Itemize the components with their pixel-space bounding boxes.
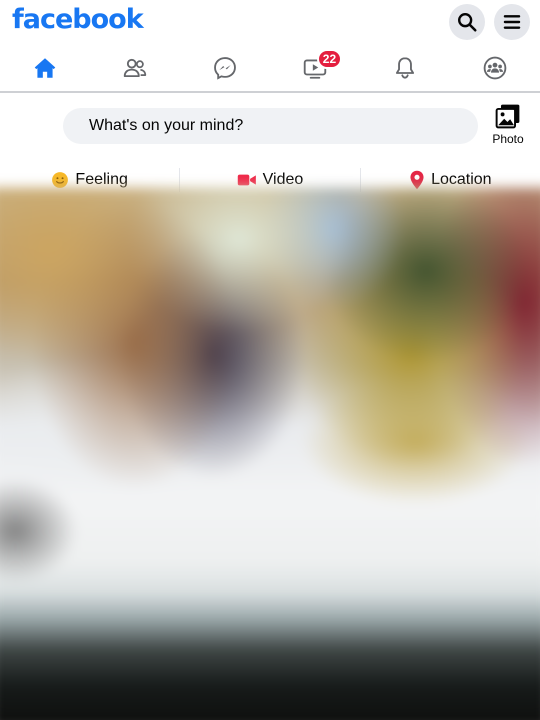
whats-on-your-mind-input[interactable]: What's on your mind? [63,108,478,144]
watch-notification-badge: 22 [316,49,343,69]
feeling-label: Feeling [75,170,128,188]
bell-icon [395,57,415,79]
top-header: facebook [0,0,540,44]
blurred-feed-image[interactable] [0,187,540,720]
photo-label: Photo [492,132,524,146]
main-nav: 22 [0,44,540,92]
menu-icon [503,15,521,29]
video-camera-icon [237,174,256,185]
groups-icon [483,56,507,80]
photo-icon [495,104,520,129]
add-photo-button[interactable]: Photo [488,103,528,151]
tab-groups[interactable] [450,44,540,92]
post-composer: What's on your mind? Photo [0,93,540,161]
messenger-icon [214,57,236,80]
tab-home[interactable] [0,44,90,92]
smiley-icon [52,171,69,188]
search-icon [458,13,477,32]
facebook-logo[interactable]: facebook [12,4,144,35]
friends-icon [123,58,147,78]
video-label: Video [262,170,304,188]
tab-messenger[interactable] [180,44,270,92]
menu-button[interactable] [494,4,530,40]
location-label: Location [431,170,492,188]
search-button[interactable] [449,4,485,40]
location-pin-icon [410,170,424,189]
tab-friends[interactable] [90,44,180,92]
tab-watch[interactable]: 22 [270,44,360,92]
home-icon [34,58,56,78]
tab-notifications[interactable] [360,44,450,92]
